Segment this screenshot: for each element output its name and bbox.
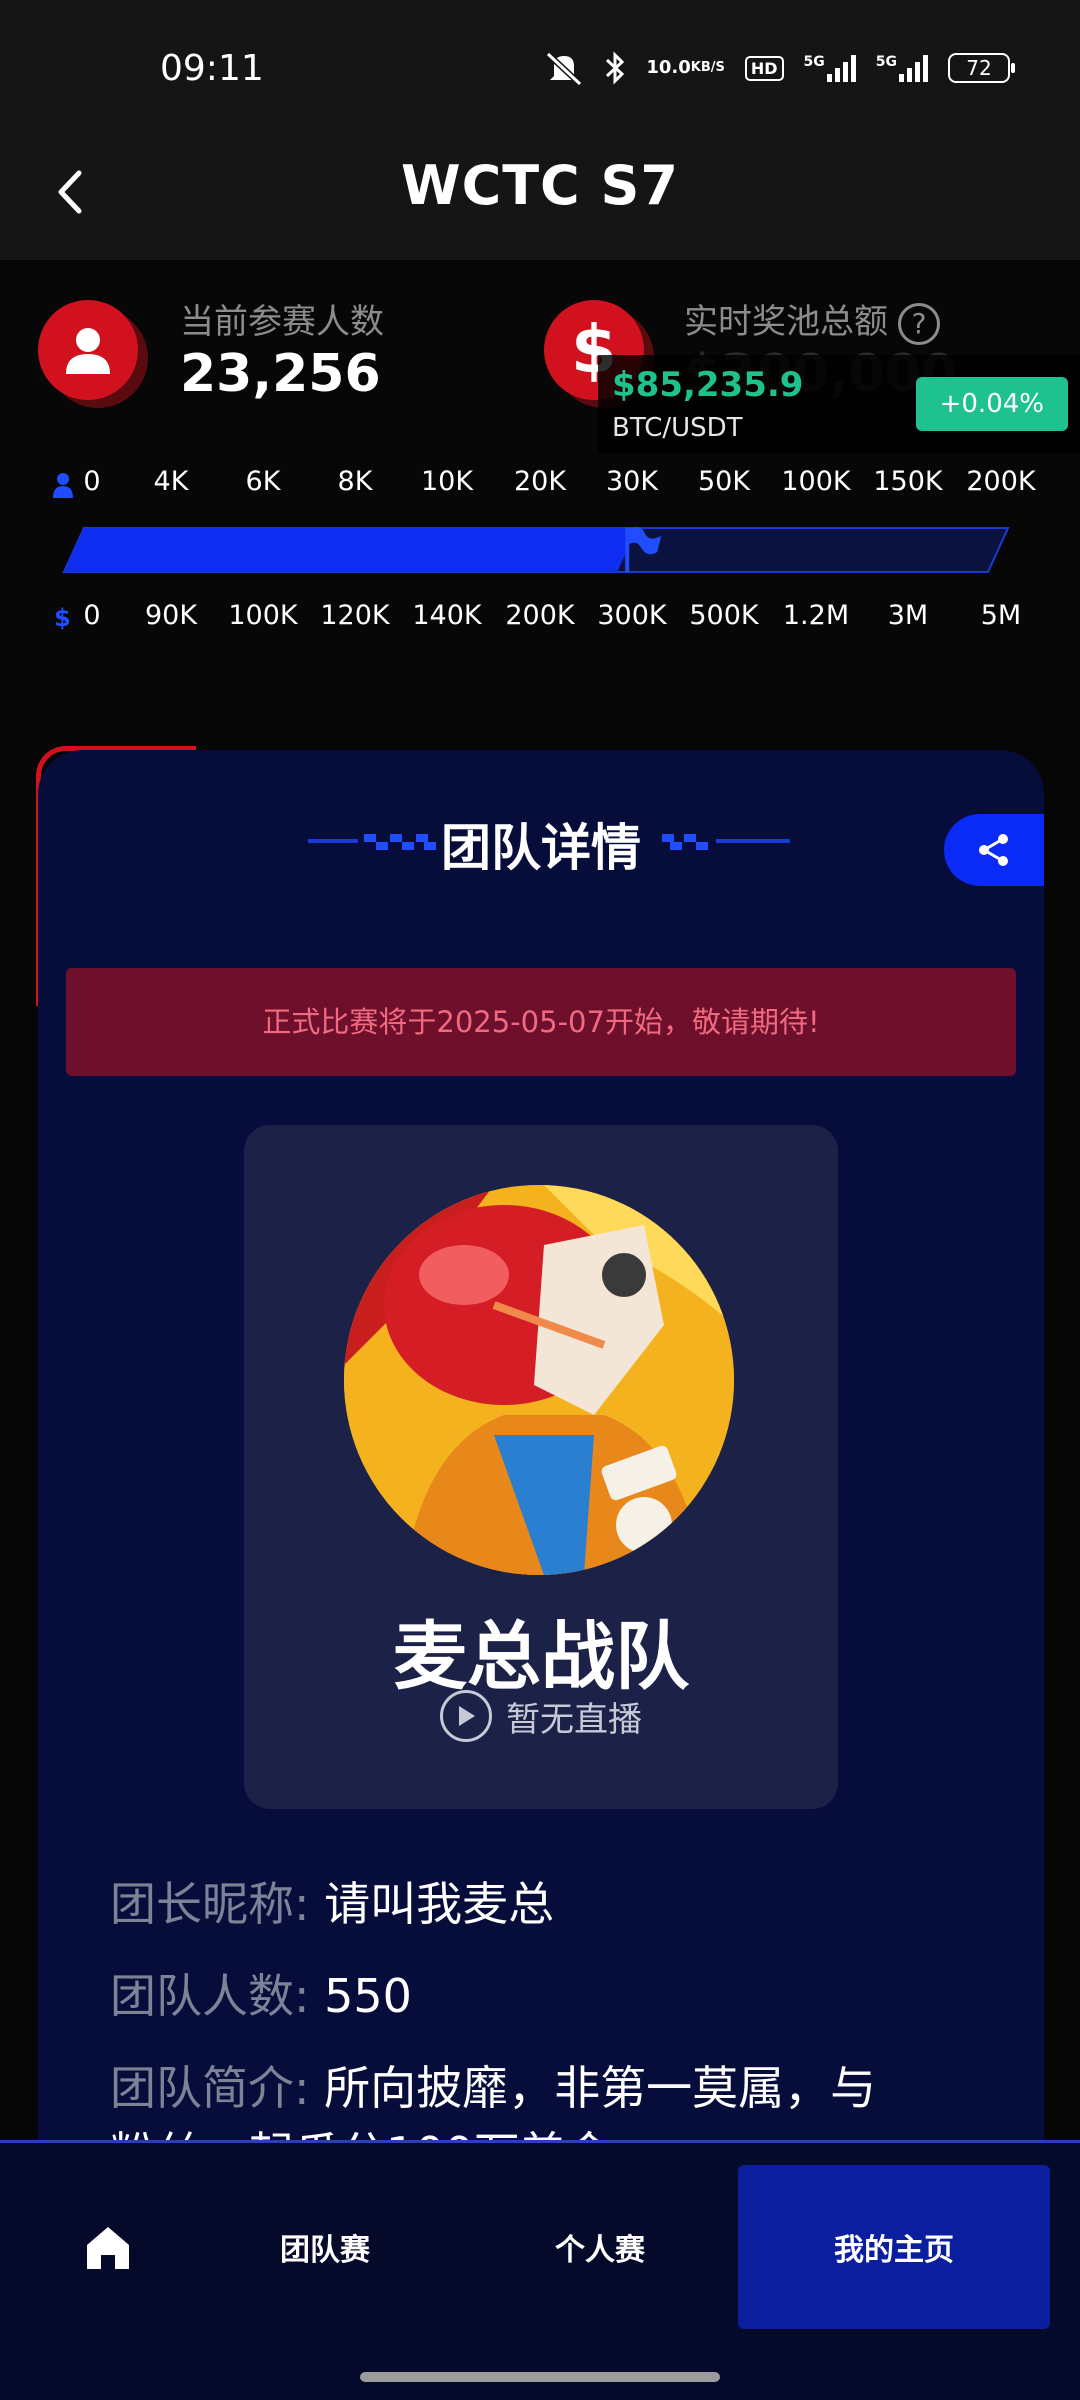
prize-tick: 140K — [412, 600, 482, 631]
help-icon[interactable]: ? — [898, 302, 940, 345]
members-row: 团队人数: 550 — [110, 1960, 412, 2026]
people-tick: 10K — [420, 466, 474, 497]
share-icon — [979, 834, 1008, 866]
share-button[interactable] — [944, 814, 1044, 886]
team-details-card: 团队详情 正式比赛将于2025-05-07开始，敬请期待! 麦总战队 暂无直播 … — [38, 750, 1044, 2170]
status-bar: 09:11 10.0 KB/S HD 5G 5G 72 — [0, 0, 1080, 140]
prize-tick: 100K — [228, 600, 298, 631]
team-name: 麦总战队 — [393, 1614, 689, 1700]
battery-icon: 72 — [948, 53, 1015, 83]
people-tick: 50K — [697, 466, 751, 497]
leader-label: 团长昵称: — [110, 1877, 310, 1931]
home-icon — [86, 2227, 129, 2269]
prize-tick: 120K — [320, 600, 390, 631]
app-header: WCTC S7 — [0, 140, 1080, 260]
nav-my-homepage[interactable]: 我的主页 — [738, 2165, 1050, 2329]
intro-row: 团队简介: 所向披靡，非第一莫属，与 — [110, 2052, 876, 2118]
members-value: 550 — [324, 1969, 412, 2023]
live-status[interactable]: 暂无直播 — [244, 1690, 838, 1742]
people-tick: 200K — [966, 466, 1036, 497]
live-status-text: 暂无直播 — [506, 1699, 642, 1740]
person-small-icon — [53, 473, 73, 498]
people-tick: 30K — [605, 466, 659, 497]
people-tick: 100K — [781, 466, 851, 497]
status-icons: 10.0 KB/S HD 5G 5G 72 — [544, 50, 1015, 86]
people-tick: 0 — [83, 466, 101, 497]
milestone-progress-bar — [62, 526, 1010, 573]
leader-row: 团长昵称: 请叫我麦总 — [110, 1868, 554, 1934]
start-notice-banner: 正式比赛将于2025-05-07开始，敬请期待! — [66, 968, 1016, 1076]
intro-value: 所向披靡，非第一莫属，与 — [324, 2061, 877, 2115]
play-icon — [440, 1690, 492, 1742]
signal-5g-icon-2: 5G — [876, 54, 928, 82]
prize-tick: 500K — [689, 600, 759, 631]
team-avatar[interactable] — [344, 1185, 734, 1575]
dollar-small-icon: $ — [54, 604, 71, 632]
gesture-home-bar[interactable] — [360, 2372, 720, 2382]
nav-personal-competition[interactable]: 个人赛 — [475, 2165, 725, 2329]
members-label: 团队人数: — [110, 1969, 310, 2023]
ticker-pair: BTC/USDT — [612, 413, 743, 443]
signal-5g-icon: 5G — [804, 54, 856, 82]
net-speed: 10.0 KB/S — [646, 59, 725, 77]
people-tick: 8K — [337, 466, 373, 497]
prize-milestones: $ 0 90K 100K 120K 140K 200K 300K 500K 1.… — [0, 600, 1080, 640]
title-deco-right-icon — [662, 834, 790, 850]
nav-team-competition[interactable]: 团队赛 — [200, 2165, 450, 2329]
prize-tick: 300K — [597, 600, 667, 631]
ticker-price: $85,235.9 — [612, 365, 804, 405]
participants-label: 当前参赛人数 — [180, 302, 384, 342]
leader-value: 请叫我麦总 — [324, 1877, 555, 1931]
net-speed-value: 10.0 — [646, 57, 691, 78]
prize-label: 实时奖池总额? — [684, 294, 940, 345]
bluetooth-icon — [604, 50, 626, 86]
page-title: WCTC S7 — [401, 154, 679, 217]
user-icon — [38, 300, 138, 400]
people-tick: 6K — [245, 466, 281, 497]
team-profile-box: 麦总战队 暂无直播 — [244, 1125, 838, 1809]
card-title: 团队详情 — [441, 819, 641, 877]
prize-tick: 90K — [144, 600, 198, 631]
people-milestones: 0 4K 6K 8K 10K 20K 30K 50K 100K 150K 200… — [0, 466, 1080, 506]
avatar-illustration — [344, 1185, 734, 1575]
mute-bell-icon — [544, 50, 584, 86]
nav-home[interactable] — [40, 2165, 175, 2329]
signal-label: 5G — [803, 54, 825, 70]
bottom-nav: 团队赛 个人赛 我的主页 — [0, 2140, 1080, 2400]
prize-tick: 200K — [505, 600, 575, 631]
people-tick: 20K — [513, 466, 567, 497]
participants-value: 23,256 — [180, 344, 381, 404]
prize-tick: 3M — [887, 600, 929, 631]
prize-label-text: 实时奖池总额 — [684, 302, 888, 342]
ticker-change-badge: +0.04% — [915, 377, 1068, 431]
status-time: 09:11 — [160, 48, 264, 89]
people-tick: 4K — [153, 466, 189, 497]
stats-panel: 当前参赛人数 23,256 $ 实时奖池总额? $300,000 $85,235… — [0, 260, 1080, 680]
people-tick: 150K — [873, 466, 943, 497]
prize-tick: 1.2M — [782, 600, 850, 631]
net-speed-unit: KB/S — [690, 60, 725, 75]
btc-ticker[interactable]: $85,235.9 BTC/USDT +0.04% — [598, 355, 1080, 453]
signal-label-2: 5G — [875, 54, 897, 70]
intro-label: 团队简介: — [110, 2061, 310, 2115]
hd-icon: HD — [744, 55, 784, 81]
prize-tick: 5M — [980, 600, 1022, 631]
prize-tick: 0 — [83, 600, 101, 631]
